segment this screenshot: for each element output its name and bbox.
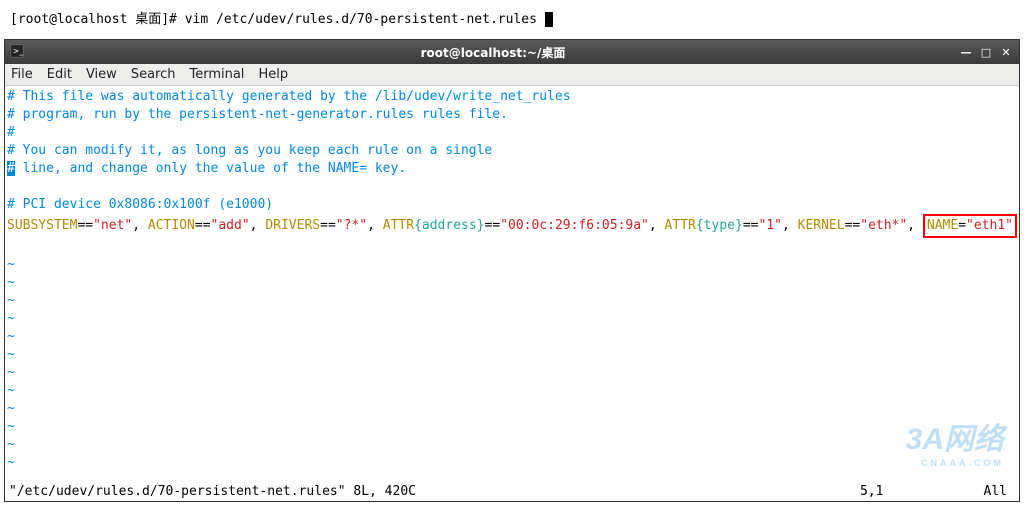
menu-help[interactable]: Help (258, 67, 288, 82)
window-icon: >_ (5, 44, 29, 61)
vim-tilde: ~ (7, 401, 15, 416)
highlighted-name-assignment: NAME="eth1" (923, 214, 1017, 238)
kw-attr-type: ATTR (665, 218, 696, 233)
comment-line: # PCI device 0x8086:0x100f (e1000) (7, 197, 273, 212)
svg-text:>_: >_ (13, 46, 24, 55)
kw-kernel: KERNEL (798, 218, 845, 233)
comment-line: # You can modify it, as long as you keep… (7, 143, 492, 158)
vim-tilde: ~ (7, 347, 15, 362)
val-attr-addr: "00:0c:29:f6:05:9a" (500, 218, 649, 233)
val-action: "add" (211, 218, 250, 233)
menu-view[interactable]: View (86, 67, 117, 82)
cursor (545, 12, 553, 27)
menu-file[interactable]: File (11, 67, 33, 82)
attr-addr: {address} (414, 218, 484, 233)
val-subsystem: "net" (93, 218, 132, 233)
attr-type: {type} (696, 218, 743, 233)
val-drivers: "?*" (336, 218, 367, 233)
titlebar[interactable]: >_ root@localhost:~/桌面 — □ ✕ (5, 40, 1019, 64)
menu-terminal[interactable]: Terminal (189, 67, 244, 82)
minimize-icon: — (961, 46, 972, 59)
kw-drivers: DRIVERS (265, 218, 320, 233)
vim-tilde: ~ (7, 419, 15, 434)
val-name: "eth1" (966, 218, 1013, 233)
top-shell-prompt: [root@localhost 桌面]# vim /etc/udev/rules… (0, 0, 1024, 35)
kw-attr-addr: ATTR (383, 218, 414, 233)
status-file-info: "/etc/udev/rules.d/70-persistent-net.rul… (9, 484, 860, 499)
comment-line: # This file was automatically generated … (7, 89, 571, 104)
maximize-icon: □ (981, 46, 991, 59)
menu-edit[interactable]: Edit (47, 67, 72, 82)
terminal-window: >_ root@localhost:~/桌面 — □ ✕ File Edit V… (4, 39, 1020, 502)
kw-action: ACTION (148, 218, 195, 233)
window-title: root@localhost:~/桌面 (29, 44, 957, 61)
vim-tilde: ~ (7, 365, 15, 380)
prompt-text: [root@localhost 桌面]# vim /etc/udev/rules… (10, 12, 545, 27)
vim-tilde: ~ (7, 311, 15, 326)
vim-tilde: ~ (7, 383, 15, 398)
vim-tilde: ~ (7, 329, 15, 344)
vim-tilde: ~ (7, 455, 15, 470)
cursor-highlight: # (7, 161, 15, 176)
kw-name: NAME (927, 218, 958, 233)
vim-tilde: ~ (7, 257, 15, 272)
menu-bar: File Edit View Search Terminal Help (5, 64, 1019, 86)
vim-tilde: ~ (7, 437, 15, 452)
comment-line: # (7, 125, 15, 140)
comment-line: line, and change only the value of the N… (15, 161, 406, 176)
minimize-button[interactable]: — (957, 44, 975, 60)
kw-subsystem: SUBSYSTEM (7, 218, 77, 233)
vim-tilde: ~ (7, 293, 15, 308)
vim-editor-area[interactable]: # This file was automatically generated … (5, 86, 1019, 484)
menu-search[interactable]: Search (131, 67, 176, 82)
val-attr-type: "1" (758, 218, 781, 233)
comment-line: # program, run by the persistent-net-gen… (7, 107, 508, 122)
status-cursor-pos: 5,1 (860, 484, 883, 499)
vim-tilde: ~ (7, 275, 15, 290)
val-kernel: "eth*" (860, 218, 907, 233)
close-icon: ✕ (1001, 46, 1010, 59)
maximize-button[interactable]: □ (977, 44, 995, 60)
close-button[interactable]: ✕ (997, 44, 1015, 60)
vim-statusline: "/etc/udev/rules.d/70-persistent-net.rul… (5, 484, 1019, 501)
status-scroll-pos: All (984, 484, 1007, 499)
